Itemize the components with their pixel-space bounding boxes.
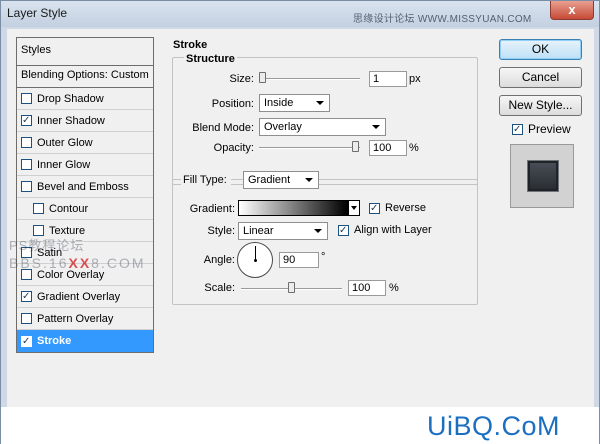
structure-title: Structure: [184, 53, 237, 65]
style-item-contour[interactable]: Contour: [17, 198, 153, 220]
style-checkbox[interactable]: [21, 159, 32, 170]
position-value: Inside: [264, 97, 294, 109]
gradient-style-select[interactable]: Linear: [238, 222, 328, 240]
watermark-left: PS教程论坛: [9, 238, 85, 253]
style-item-inner-shadow[interactable]: Inner Shadow: [17, 110, 153, 132]
stroke-title: Stroke: [173, 39, 208, 51]
style-item-label: Drop Shadow: [37, 92, 104, 105]
cancel-button[interactable]: Cancel: [499, 67, 582, 88]
blending-options-item[interactable]: Blending Options: Custom: [17, 66, 153, 88]
chevron-down-icon: [316, 101, 324, 105]
size-slider-track[interactable]: [259, 78, 360, 80]
styles-list: Styles Blending Options: Custom Drop Sha…: [16, 37, 154, 353]
angle-unit: °: [321, 251, 326, 263]
style-checkbox[interactable]: [21, 335, 32, 347]
preview-label: Preview: [528, 122, 571, 136]
style-item-label: Inner Glow: [37, 158, 91, 171]
reverse-checkbox[interactable]: Reverse: [369, 202, 426, 214]
position-select[interactable]: Inside: [259, 94, 330, 112]
watermark-xx: XX: [68, 255, 92, 271]
close-button[interactable]: x: [550, 1, 594, 20]
watermark-left-2b: 8.COM: [91, 255, 146, 271]
gradient-style-value: Linear: [243, 225, 274, 237]
style-item-pattern-overlay[interactable]: Pattern Overlay: [17, 308, 153, 330]
gradient-label: Gradient:: [189, 203, 235, 215]
chevron-down-icon: [372, 125, 380, 129]
chevron-down-icon: [305, 178, 313, 182]
style-checkbox[interactable]: [21, 313, 32, 324]
scale-input[interactable]: 100: [348, 280, 386, 296]
layer-style-dialog: Layer Style 思缘设计论坛 WWW.MISSYUAN.COM x St…: [0, 0, 600, 444]
size-slider-thumb[interactable]: [259, 72, 266, 83]
brand-watermark: UiBQ.CoM: [427, 411, 561, 441]
blend-mode-label: Blend Mode:: [192, 122, 254, 134]
angle-input[interactable]: 90: [279, 252, 319, 268]
size-input[interactable]: 1: [369, 71, 407, 87]
opacity-unit: %: [409, 142, 419, 154]
new-style-button[interactable]: New Style...: [499, 95, 582, 116]
window-title: Layer Style: [7, 6, 68, 20]
style-item-label: Gradient Overlay: [37, 290, 121, 303]
style-item-gradient-overlay[interactable]: Gradient Overlay: [17, 286, 153, 308]
style-item-label: Inner Shadow: [37, 114, 105, 127]
opacity-input[interactable]: 100: [369, 140, 407, 156]
align-check-box[interactable]: [338, 224, 349, 236]
blend-mode-select[interactable]: Overlay: [259, 118, 386, 136]
gradient-preview[interactable]: [238, 200, 348, 216]
style-item-label: Pattern Overlay: [37, 312, 114, 325]
style-item-outer-glow[interactable]: Outer Glow: [17, 132, 153, 154]
watermark-left-2a: BBS.16: [9, 255, 69, 271]
style-preview: [510, 144, 574, 208]
angle-label: Angle:: [203, 254, 235, 266]
position-label: Position:: [211, 98, 254, 110]
align-label: Align with Layer: [354, 224, 432, 236]
preview-checkbox[interactable]: Preview: [512, 122, 571, 136]
style-item-bevel-and-emboss[interactable]: Bevel and Emboss: [17, 176, 153, 198]
style-item-inner-glow[interactable]: Inner Glow: [17, 154, 153, 176]
size-label: Size:: [229, 73, 254, 85]
style-checkbox[interactable]: [21, 137, 32, 148]
fill-type-select[interactable]: Gradient: [243, 171, 319, 189]
blend-mode-value: Overlay: [264, 121, 302, 133]
size-unit: px: [409, 73, 421, 85]
style-item-label: Bevel and Emboss: [37, 180, 129, 193]
footer: UiBQ.CoM: [1, 407, 599, 444]
fill-type-value: Gradient: [248, 174, 291, 186]
style-item-drop-shadow[interactable]: Drop Shadow: [17, 88, 153, 110]
opacity-label: Opacity:: [213, 142, 254, 154]
style-checkbox[interactable]: [21, 93, 32, 104]
styles-header[interactable]: Styles: [17, 38, 153, 66]
scale-slider-thumb[interactable]: [287, 282, 295, 293]
style-label: Style:: [207, 225, 235, 237]
watermark-left-2: BBS.16XX8.COM: [9, 255, 146, 271]
dialog-body: Styles Blending Options: Custom Drop Sha…: [7, 29, 594, 407]
style-item-stroke[interactable]: Stroke: [17, 330, 153, 352]
chevron-down-icon: [314, 229, 322, 233]
style-checkbox[interactable]: [21, 181, 32, 192]
preview-check-box[interactable]: [512, 123, 523, 135]
style-checkbox[interactable]: [21, 115, 32, 126]
opacity-slider-track[interactable]: [259, 147, 360, 149]
angle-dial[interactable]: [237, 242, 273, 278]
title-bar[interactable]: Layer Style 思缘设计论坛 WWW.MISSYUAN.COM x: [1, 1, 599, 27]
style-item-label: Stroke: [37, 335, 72, 347]
gradient-dropdown[interactable]: [348, 200, 360, 216]
style-checkbox[interactable]: [21, 291, 32, 302]
style-item-label: Contour: [49, 202, 89, 215]
style-item-label: Outer Glow: [37, 136, 93, 149]
reverse-check-box[interactable]: [369, 202, 380, 214]
opacity-slider-thumb[interactable]: [352, 141, 359, 152]
watermark-top: 思缘设计论坛 WWW.MISSYUAN.COM: [353, 14, 532, 25]
fill-type-label: Fill Type:: [181, 174, 231, 186]
angle-pivot: [254, 259, 257, 262]
scale-label: Scale:: [204, 282, 235, 294]
align-checkbox[interactable]: Align with Layer: [338, 224, 432, 236]
chevron-down-icon: [351, 206, 357, 210]
scale-unit: %: [389, 282, 399, 294]
reverse-label: Reverse: [385, 202, 426, 214]
ok-button[interactable]: OK: [499, 39, 582, 60]
style-checkbox[interactable]: [33, 203, 44, 214]
preview-swatch: [528, 161, 558, 191]
